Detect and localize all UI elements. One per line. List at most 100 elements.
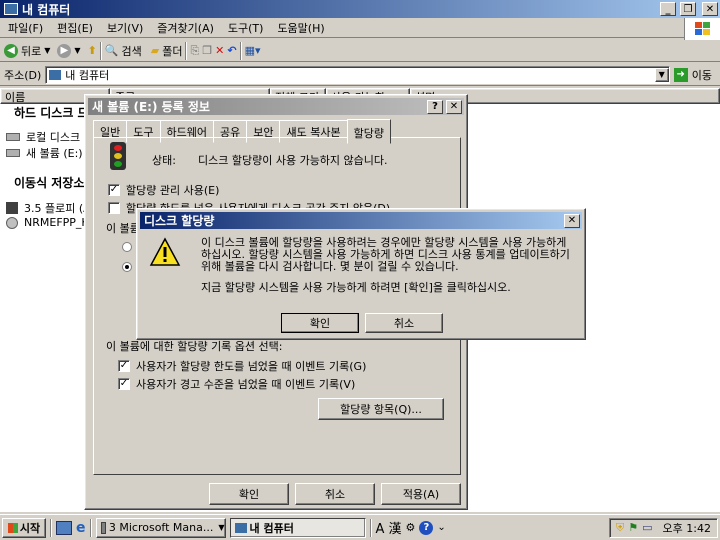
menu-favorites[interactable]: 즐겨찾기(A) [157,20,214,36]
address-input[interactable]: 내 컴퓨터 ▼ [45,65,670,84]
checkbox-box[interactable] [108,202,120,214]
properties-title: 새 볼륨 (E:) 등록 정보 [92,100,210,114]
message-title: 디스크 할당량 [144,214,215,228]
views-icon[interactable]: ▦▾ [245,44,261,57]
ime-indicator[interactable]: A 漢 [376,518,402,537]
message-cancel-button[interactable]: 취소 [365,313,443,333]
minimize-button[interactable]: _ [660,2,676,16]
status-label: 상태: [152,154,176,167]
dropdown-arrow-icon[interactable]: ▼ [44,46,50,55]
address-label: 주소(D) [4,68,42,82]
explorer-titlebar: 내 컴퓨터 _ ❐ ✕ [0,0,720,18]
close-button[interactable]: ✕ [446,99,462,114]
clock: 오후 1:42 [662,521,711,535]
toolbar-separator [239,41,242,60]
limit-radio[interactable] [122,262,132,272]
checkbox-box[interactable]: ✓ [108,184,120,196]
menu-tools[interactable]: 도구(T) [228,20,264,36]
traffic-light-icon [110,142,126,170]
move-to-icon[interactable]: ⎘ [190,44,199,58]
menu-bar: 파일(F) 편집(E) 보기(V) 즐겨찾기(A) 도구(T) 도움말(H) [0,18,720,38]
security-shield-icon[interactable]: ⛨ [616,521,624,535]
go-button[interactable]: 이동 [692,67,712,83]
quota-entries-button[interactable]: 할당량 항목(Q)... [318,398,444,420]
restore-button[interactable]: ❐ [680,2,696,16]
menu-view[interactable]: 보기(V) [107,20,143,36]
message-titlebar: 디스크 할당량 ✕ [140,212,582,229]
menu-help[interactable]: 도움말(H) [277,20,324,36]
log-options-label: 이 볼륨에 대한 할당량 기록 옵션 선택: [106,340,283,353]
address-dropdown-button[interactable]: ▼ [654,67,669,82]
taskbar: 시작 e 3 Microsoft Mana... ▼ 내 컴퓨터 A 漢 ⚙ ?… [0,514,720,540]
toolbar-separator [99,41,102,60]
computer-icon [49,69,62,80]
properties-titlebar: 새 볼륨 (E:) 등록 정보 ? ✕ [88,98,464,115]
back-arrow-icon[interactable]: ◀ [4,43,18,58]
close-button[interactable]: ✕ [702,2,718,16]
taskbar-separator [89,518,92,537]
show-desktop-icon[interactable] [56,520,72,535]
floppy-icon [6,202,18,214]
windows-logo [684,18,720,40]
monitor-icon[interactable]: ▭ [642,521,652,534]
message-ok-button[interactable]: 확인 [281,313,359,333]
ime-options-icon[interactable]: ⚙ [406,521,416,534]
menu-file[interactable]: 파일(F) [8,20,43,36]
window-title: 내 컴퓨터 [22,2,71,17]
drive-icon [6,149,20,157]
address-value: 내 컴퓨터 [65,68,110,82]
help-icon[interactable]: ? [419,520,434,535]
enable-quota-checkbox[interactable]: ✓ 할당량 관리 사용(E) [108,182,219,198]
quota-message-dialog: 디스크 할당량 ✕ 이 디스크 볼륨에 할당량을 사용하려는 경우에만 할당량 … [136,208,586,340]
mmc-icon [100,521,106,534]
taskbar-separator [50,518,52,537]
ime-pad-icon[interactable]: ⌄ [437,522,445,533]
internet-explorer-icon[interactable]: e [76,520,86,536]
go-arrow-icon[interactable]: ➜ [673,67,688,82]
checkbox-box[interactable]: ✓ [118,360,130,372]
taskbar-separator [369,518,372,537]
dropdown-arrow-icon: ▼ [218,523,225,532]
list-item[interactable]: 새 볼륨 (E:) [6,145,83,161]
windows-flag-icon [7,522,18,533]
delete-icon[interactable]: ✕ [215,44,224,57]
tab-quota[interactable]: 할당량 [346,119,391,144]
network-icon[interactable]: ⚑ [628,521,638,534]
ok-button[interactable]: 확인 [209,483,289,505]
address-bar: 주소(D) 내 컴퓨터 ▼ ➜ 이동 [0,64,720,86]
copy-to-icon[interactable]: ❐ [202,44,212,57]
log-warning-checkbox[interactable]: ✓ 사용자가 경고 수준을 넘었을 때 이벤트 기록(V) [118,376,355,392]
standard-toolbar: ◀ 뒤로 ▼ ▶ ▼ ⬆ 🔍 검색 ▰ 폴더 ⎘ ❐ ✕ ↶ ▦▾ [0,40,720,62]
system-tray: ⛨ ⚑ ▭ 오후 1:42 [609,517,718,538]
menu-edit[interactable]: 편집(E) [57,20,93,36]
drive-icon [6,133,20,141]
back-button[interactable]: 뒤로 [21,43,41,59]
default-limit-label: 이 볼륨 [106,222,140,235]
search-button[interactable]: 검색 [121,43,141,59]
status-text: 디스크 할당량이 사용 가능하지 않습니다. [198,154,388,167]
cancel-button[interactable]: 취소 [295,483,375,505]
close-button[interactable]: ✕ [564,213,580,228]
search-icon[interactable]: 🔍 [105,44,119,57]
checkbox-box[interactable]: ✓ [118,378,130,390]
help-button[interactable]: ? [427,99,443,114]
dropdown-arrow-icon[interactable]: ▼ [74,46,80,55]
log-limit-checkbox[interactable]: ✓ 사용자가 할당량 한도를 넘었을 때 이벤트 기록(G) [118,358,366,374]
message-text: 이 디스크 볼륨에 할당량을 사용하려는 경우에만 할당량 시스템을 사용 가능… [201,236,570,273]
up-folder-icon[interactable]: ⬆ [88,44,97,57]
computer-icon [4,3,18,15]
undo-icon[interactable]: ↶ [227,44,236,57]
toolbar-separator [185,41,188,60]
no-limit-radio[interactable] [122,242,132,252]
taskbar-group-mmc[interactable]: 3 Microsoft Mana... ▼ [95,517,226,538]
apply-button[interactable]: 적용(A) [381,483,461,505]
computer-icon [234,522,247,533]
message-prompt: 지금 할당량 시스템을 사용 가능하게 하려면 [확인]을 클릭하십시오. [201,281,511,294]
cd-drive-icon [6,216,18,229]
taskbar-item-my-computer[interactable]: 내 컴퓨터 [229,517,366,538]
forward-arrow-icon[interactable]: ▶ [57,43,72,58]
folders-button[interactable]: 폴더 [162,43,182,59]
folder-icon[interactable]: ▰ [151,44,159,57]
warning-icon [149,237,181,266]
start-button[interactable]: 시작 [2,517,46,538]
